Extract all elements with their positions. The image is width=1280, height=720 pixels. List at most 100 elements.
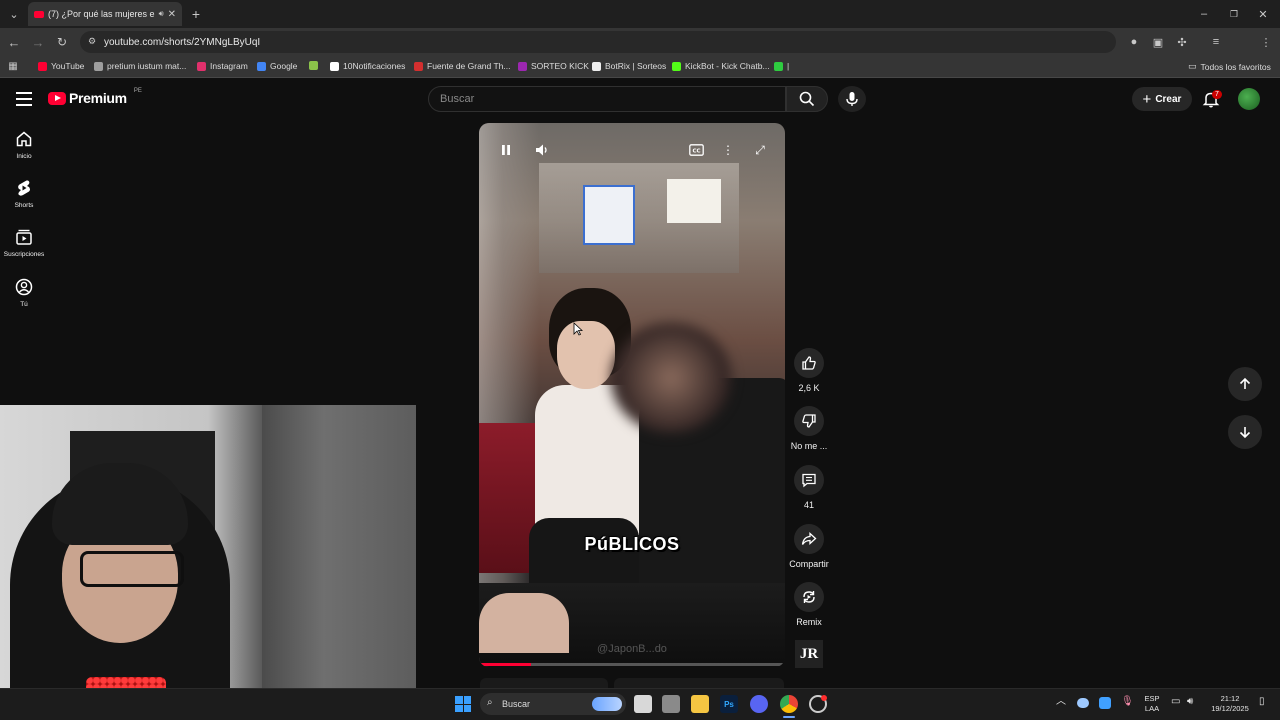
- bookmark-label: BotRix | Sorteos: [605, 61, 667, 71]
- input-language[interactable]: ESP LAA: [1140, 694, 1164, 714]
- search-button[interactable]: [786, 86, 828, 112]
- site-info-icon[interactable]: ⚙: [88, 36, 96, 47]
- taskbar-search-icon: ⌕: [487, 697, 493, 708]
- bookmark-favicon-icon: [309, 61, 318, 70]
- notification-count-badge: 7: [1212, 90, 1222, 99]
- tab-search-icon[interactable]: ⌄: [6, 6, 22, 22]
- window-close-icon[interactable]: ✕: [1255, 6, 1271, 22]
- bookmark-item[interactable]: KickBot - Kick Chatb...: [672, 61, 770, 71]
- search-highlight-icon: [592, 697, 622, 711]
- bookmark-item[interactable]: Instagram: [197, 61, 248, 71]
- video-progress-fill: [479, 663, 532, 666]
- dislike-button[interactable]: No me ...: [786, 406, 832, 451]
- account-avatar[interactable]: [1238, 88, 1260, 110]
- search-input[interactable]: Buscar: [428, 86, 786, 112]
- captions-icon[interactable]: CC: [687, 141, 705, 159]
- like-button[interactable]: 2,6 K: [786, 348, 832, 393]
- subscriptions-icon: [16, 229, 32, 245]
- fullscreen-icon[interactable]: ⤢: [751, 141, 769, 159]
- tab-audio-icon[interactable]: 🔊︎: [159, 9, 164, 19]
- window-restore-icon[interactable]: ❐: [1226, 6, 1242, 22]
- address-bar[interactable]: ⚙ youtube.com/shorts/2YMNgLByUqI: [80, 31, 1116, 53]
- bookmark-favicon-icon: [94, 61, 103, 71]
- extensions-puzzle-icon[interactable]: ✣: [1174, 34, 1190, 50]
- tray-network-icon[interactable]: ▭: [1171, 697, 1180, 707]
- tab-close-icon[interactable]: ✕: [168, 9, 176, 20]
- mouse-cursor-icon: [573, 322, 584, 341]
- sidebar-item-inicio[interactable]: Inicio: [0, 130, 48, 160]
- sidebar-label-inicio: Inicio: [16, 153, 32, 160]
- bookmark-item[interactable]: Fuente de Grand Th...: [414, 61, 510, 71]
- file-explorer-icon[interactable]: [691, 695, 709, 713]
- sidebar-item-tu[interactable]: Tú: [0, 278, 48, 308]
- next-short-button[interactable]: [1228, 415, 1262, 449]
- sidebar-label-tu: Tú: [20, 301, 28, 308]
- clock-time: 21:12: [1220, 694, 1240, 703]
- remix-button[interactable]: Remix: [786, 582, 832, 627]
- windows-start-icon[interactable]: [455, 696, 471, 712]
- tray-onedrive-icon[interactable]: [1077, 698, 1089, 708]
- apps-grid-icon[interactable]: ▦: [7, 60, 19, 72]
- bookmark-item[interactable]: BotRix | Sorteos: [592, 61, 666, 71]
- search-icon: [799, 91, 815, 107]
- voice-search-button[interactable]: [838, 86, 866, 112]
- window-minimize-icon[interactable]: –: [1196, 6, 1212, 22]
- browser-menu-icon[interactable]: ⋮: [1258, 34, 1274, 50]
- task-view-icon[interactable]: [634, 695, 652, 713]
- bookmark-item[interactable]: |: [774, 61, 789, 71]
- bookmark-item[interactable]: pretium iustum mat...: [94, 61, 186, 71]
- tray-overflow-icon[interactable]: ︿: [1056, 697, 1066, 707]
- shorts-icon: [18, 180, 30, 196]
- all-bookmarks-folder[interactable]: ▭ Todos los favoritos: [1188, 61, 1271, 72]
- sidebar-item-suscripciones[interactable]: Suscripciones: [0, 228, 48, 258]
- channel-avatar[interactable]: JR: [795, 640, 823, 668]
- hamburger-menu-icon[interactable]: [16, 92, 32, 106]
- pause-icon[interactable]: [497, 141, 515, 159]
- tray-security-icon[interactable]: [1099, 697, 1111, 709]
- bookmark-item[interactable]: Google: [257, 61, 297, 71]
- taskbar-search[interactable]: ⌕ Buscar: [480, 693, 626, 715]
- bookmark-item[interactable]: [309, 61, 322, 70]
- next-short-preview-left[interactable]: [480, 678, 608, 688]
- previous-short-button[interactable]: [1228, 367, 1262, 401]
- next-short-preview-right[interactable]: [614, 678, 784, 688]
- new-tab-icon[interactable]: +: [188, 6, 204, 22]
- volume-icon[interactable]: [533, 141, 551, 159]
- create-button[interactable]: + Crear: [1132, 87, 1192, 111]
- discord-icon[interactable]: [750, 695, 768, 713]
- browser-tab-active[interactable]: (7) ¿Por qué las mujeres en 🔊︎ ✕: [28, 2, 182, 26]
- sidebar-label-suscripciones: Suscripciones: [3, 251, 45, 258]
- short-video-player[interactable]: CC ⋮ ⤢ PúBLICOS @JaponB...do: [479, 123, 785, 667]
- home-icon: [16, 131, 32, 147]
- bookmark-label: |: [787, 61, 790, 71]
- bookmark-item[interactable]: YouTube: [38, 61, 84, 71]
- address-url: youtube.com/shorts/2YMNgLByUqI: [104, 36, 261, 48]
- youtube-premium-logo[interactable]: Premium PE: [48, 88, 142, 106]
- taskbar-app-icon[interactable]: [662, 695, 680, 713]
- bookmark-item[interactable]: 10Notificaciones: [330, 61, 405, 71]
- tray-notifications-icon[interactable]: ▯: [1259, 697, 1265, 707]
- video-caption-text: PúBLICOS: [584, 534, 680, 554]
- sidebar-item-shorts[interactable]: Shorts: [0, 179, 48, 209]
- chrome-icon[interactable]: [780, 695, 798, 713]
- share-button[interactable]: Compartir: [786, 524, 832, 569]
- bookmark-label: SORTEO KICK: [531, 61, 589, 71]
- more-options-icon[interactable]: ⋮: [719, 141, 737, 159]
- extension-1-icon[interactable]: ●: [1126, 34, 1142, 50]
- tray-clock[interactable]: 21:12 19/12/2025: [1206, 694, 1254, 714]
- back-icon[interactable]: ←: [6, 34, 22, 50]
- plus-icon: +: [1142, 90, 1152, 108]
- region-code: PE: [133, 88, 142, 94]
- input-language-code: ESP: [1144, 694, 1160, 703]
- photoshop-icon[interactable]: Ps: [720, 695, 738, 713]
- comments-button[interactable]: 41: [786, 465, 832, 510]
- bookmark-item[interactable]: SORTEO KICK: [518, 61, 589, 71]
- clock-date: 19/12/2025: [1211, 704, 1249, 713]
- tray-mic-icon[interactable]: 🎙︎: [1121, 697, 1134, 707]
- forward-icon[interactable]: →: [30, 34, 46, 50]
- reload-icon[interactable]: ↻: [54, 34, 70, 50]
- comment-icon: [802, 473, 816, 488]
- media-control-icon[interactable]: ≡: [1208, 34, 1224, 50]
- tray-volume-icon[interactable]: 🔊︎: [1187, 697, 1193, 707]
- extension-2-icon[interactable]: ▣: [1150, 34, 1166, 50]
